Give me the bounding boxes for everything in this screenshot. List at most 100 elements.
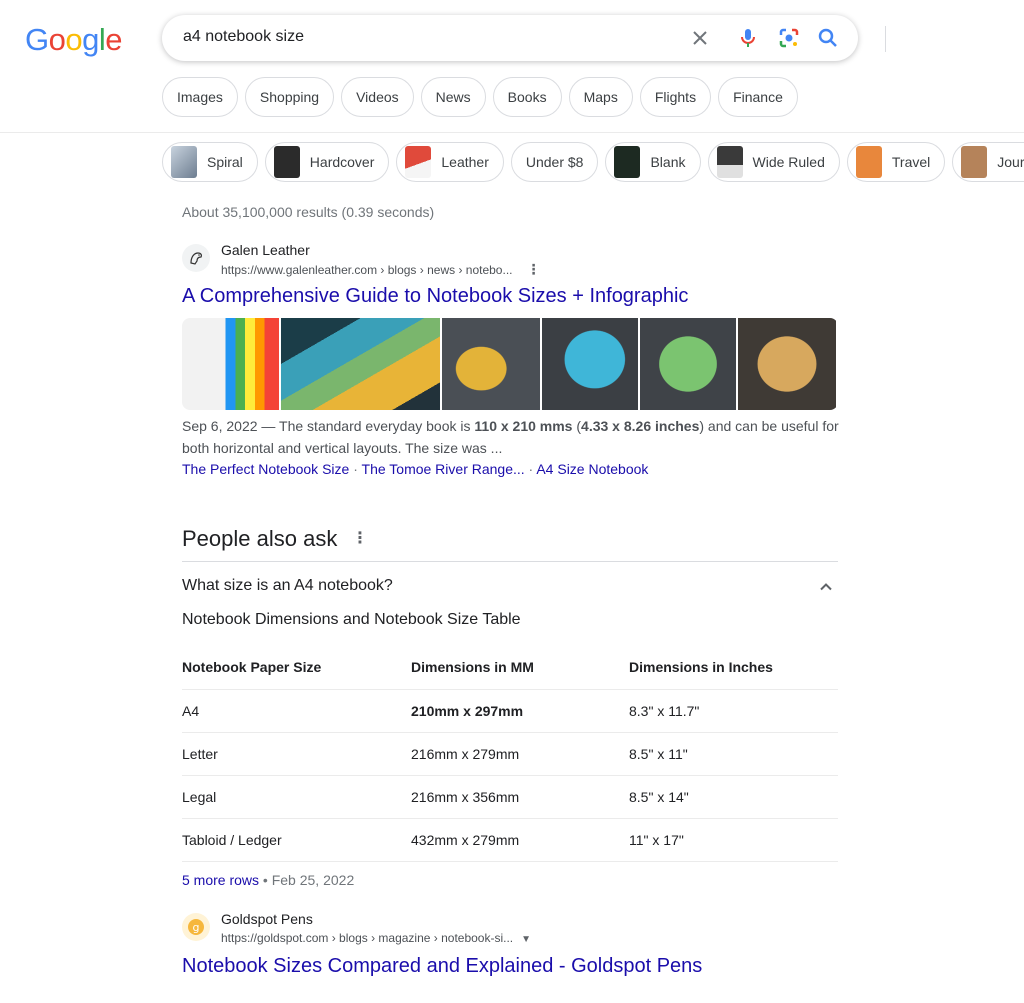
- table-header: Dimensions in MM: [411, 646, 629, 690]
- chip-label: Spiral: [207, 154, 243, 170]
- tab-videos[interactable]: Videos: [341, 77, 414, 117]
- result-image-blue-notebooks[interactable]: [542, 318, 638, 410]
- snippet-date: Sep 6, 2022: [182, 418, 258, 434]
- more-rows-link-row: 5 more rows • Feb 25, 2022: [182, 872, 355, 888]
- chip-leather[interactable]: Leather: [396, 142, 504, 182]
- search-tabs: Images Shopping Videos News Books Maps F…: [162, 77, 798, 117]
- result-title-link[interactable]: Notebook Sizes Compared and Explained - …: [182, 953, 838, 979]
- result-image-infographic[interactable]: [182, 318, 279, 410]
- table-caption: Notebook Dimensions and Notebook Size Ta…: [182, 611, 521, 628]
- chip-hardcover[interactable]: Hardcover: [264, 142, 390, 182]
- chip-spiral[interactable]: Spiral: [162, 142, 258, 182]
- result-title-link[interactable]: A Comprehensive Guide to Notebook Sizes …: [182, 283, 838, 309]
- table-cell: 8.5" x 11": [629, 732, 838, 776]
- lens-icon[interactable]: [777, 26, 801, 50]
- sitelinks: The Perfect Notebook Size · The Tomoe Ri…: [182, 461, 649, 477]
- chip-label: Blank: [650, 154, 686, 170]
- chip-label: Travel: [891, 154, 931, 170]
- dropdown-arrow-icon[interactable]: ▼: [521, 931, 531, 949]
- google-logo[interactable]: Google: [25, 22, 123, 58]
- more-options-icon[interactable]: ⋮: [352, 528, 368, 548]
- refinement-chips: Spiral Hardcover Leather Under $8 Blank …: [162, 142, 1024, 182]
- chip-label: Hardcover: [309, 154, 375, 170]
- table-row: A4 210mm x 297mm 8.3" x 11.7": [182, 689, 838, 733]
- chip-blank[interactable]: Blank: [605, 142, 701, 182]
- chip-wide-ruled[interactable]: Wide Ruled: [707, 142, 840, 182]
- result-source[interactable]: g Goldspot Pens https://goldspot.com › b…: [182, 909, 838, 949]
- tab-finance[interactable]: Finance: [718, 77, 798, 117]
- chip-thumbnail: [855, 146, 882, 178]
- site-url: https://goldspot.com › blogs › magazine …: [221, 931, 514, 945]
- tab-books[interactable]: Books: [492, 77, 562, 117]
- chip-label: Wide Ruled: [752, 154, 825, 170]
- result-stats: About 35,100,000 results (0.39 seconds): [182, 204, 435, 220]
- chip-thumbnail: [961, 146, 988, 178]
- search-result: Galen Leather https://www.galenleather.c…: [182, 240, 838, 309]
- search-bar[interactable]: a4 notebook size: [162, 15, 886, 61]
- clear-icon[interactable]: [688, 26, 712, 50]
- sitelink[interactable]: A4 Size Notebook: [536, 461, 648, 477]
- chip-journal[interactable]: Journal: [952, 142, 1024, 182]
- sitelink[interactable]: The Perfect Notebook Size: [182, 461, 349, 477]
- header-divider: [0, 132, 1024, 133]
- site-url: https://www.galenleather.com › blogs › n…: [221, 263, 513, 277]
- microphone-icon[interactable]: [736, 26, 760, 50]
- table-cell: Letter: [182, 732, 411, 776]
- chip-label: Leather: [441, 154, 489, 170]
- result-snippet: Sep 6, 2022 — The standard everyday book…: [182, 418, 839, 456]
- table-cell: Legal: [182, 775, 411, 819]
- tab-news[interactable]: News: [420, 77, 486, 117]
- logo-letter: o: [48, 22, 66, 57]
- chevron-up-icon[interactable]: [817, 578, 835, 596]
- paa-date: Feb 25, 2022: [271, 872, 355, 888]
- result-image-green-notebooks[interactable]: [640, 318, 736, 410]
- table-row: Letter 216mm x 279mm 8.5" x 11": [182, 732, 838, 776]
- result-image-strip: [182, 318, 838, 410]
- table-cell: 432mm x 279mm: [411, 818, 629, 862]
- bird-icon: [190, 252, 202, 265]
- tab-images[interactable]: Images: [162, 77, 238, 117]
- snippet-highlight: 110 x 210 mms: [474, 418, 573, 434]
- search-result: g Goldspot Pens https://goldspot.com › b…: [182, 909, 838, 979]
- table-row: Legal 216mm x 356mm 8.5" x 14": [182, 775, 838, 819]
- more-rows-link[interactable]: 5 more rows: [182, 872, 259, 888]
- chip-under-8[interactable]: Under $8: [510, 142, 599, 182]
- result-image-tan-notebooks[interactable]: [738, 318, 836, 410]
- table-cell: 216mm x 356mm: [411, 775, 629, 819]
- tab-flights[interactable]: Flights: [639, 77, 712, 117]
- logo-letter: g: [82, 22, 99, 57]
- tab-maps[interactable]: Maps: [568, 77, 633, 117]
- table-header: Dimensions in Inches: [629, 646, 838, 690]
- table-cell: 216mm x 279mm: [411, 732, 629, 776]
- search-input[interactable]: a4 notebook size: [183, 28, 304, 46]
- search-icon[interactable]: [816, 26, 840, 50]
- chip-label: Journal: [997, 154, 1024, 170]
- table-cell: 8.5" x 14": [629, 775, 838, 819]
- result-source[interactable]: Galen Leather https://www.galenleather.c…: [182, 240, 838, 279]
- table-cell: 8.3" x 11.7": [629, 689, 838, 733]
- table-cell: A4: [182, 689, 411, 733]
- table-row: Tabloid / Ledger 432mm x 279mm 11" x 17": [182, 818, 838, 862]
- snippet-text: The standard everyday book is: [279, 418, 471, 434]
- more-options-icon[interactable]: ⋮: [526, 260, 540, 278]
- result-image-notebooks[interactable]: [281, 318, 440, 410]
- chip-travel[interactable]: Travel: [846, 142, 946, 182]
- paa-divider: [182, 561, 838, 562]
- chip-thumbnail: [405, 146, 432, 178]
- site-favicon: [182, 244, 210, 272]
- paa-question[interactable]: What size is an A4 notebook?: [182, 577, 393, 595]
- table-header-row: Notebook Paper Size Dimensions in MM Dim…: [182, 646, 838, 690]
- chip-thumbnail: [171, 146, 197, 178]
- goldspot-logo-icon: g: [188, 919, 204, 935]
- logo-letter: o: [65, 22, 83, 57]
- result-image-notebook-pen[interactable]: [442, 318, 540, 410]
- chip-thumbnail: [273, 146, 300, 178]
- sitelink[interactable]: The Tomoe River Range...: [362, 461, 525, 477]
- dimensions-table: Notebook Paper Size Dimensions in MM Dim…: [182, 646, 838, 862]
- tab-shopping[interactable]: Shopping: [244, 77, 335, 117]
- table-cell: 210mm x 297mm: [411, 689, 629, 733]
- site-name: Goldspot Pens: [221, 911, 313, 927]
- site-favicon: g: [182, 913, 210, 941]
- chip-thumbnail: [716, 146, 743, 178]
- table-header: Notebook Paper Size: [182, 646, 411, 690]
